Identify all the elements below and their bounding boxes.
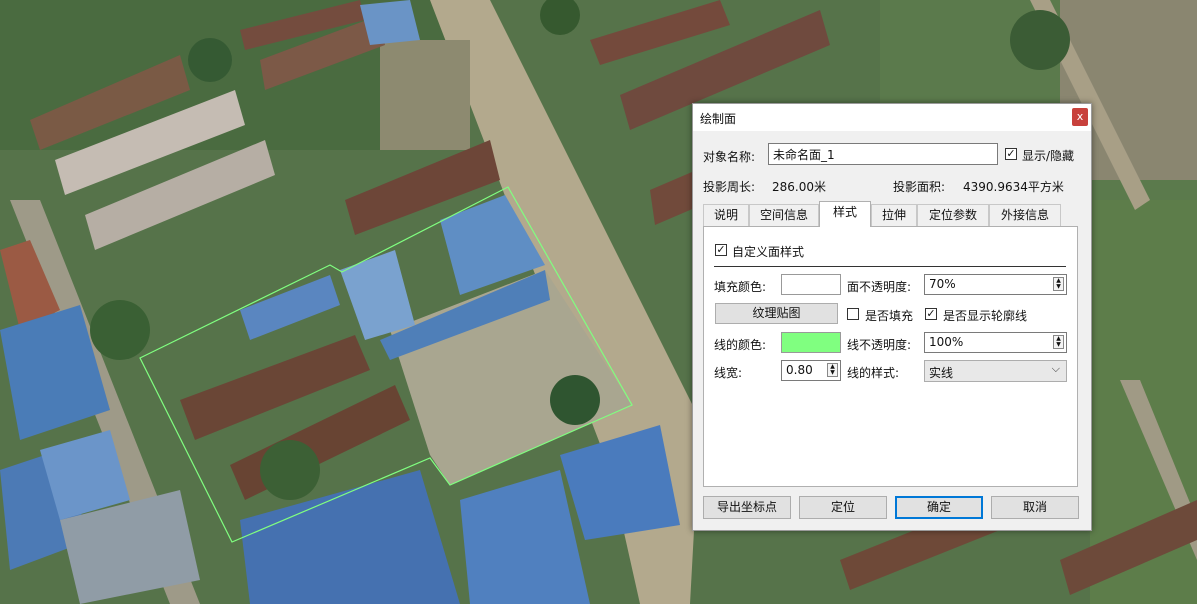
tab-style[interactable]: 样式 — [819, 201, 871, 227]
divider — [714, 266, 1066, 267]
fill-opacity-spinner[interactable]: 70% ▲ ▼ — [924, 274, 1067, 295]
fill-opacity-label: 面不透明度: — [847, 280, 912, 294]
draw-polygon-dialog: 绘制面 x 对象名称: 未命名面_1 ✓ 显示/隐藏 投影周长: 286.00米… — [692, 103, 1092, 531]
show-outline-label: 是否显示轮廓线 — [943, 309, 1028, 323]
tab-positioning-params[interactable]: 定位参数 — [917, 204, 989, 226]
fill-color-label: 填充颜色: — [714, 280, 767, 294]
tab-spatial-info[interactable]: 空间信息 — [749, 204, 819, 226]
line-width-value: 0.80 — [786, 363, 813, 377]
tab-external-info[interactable]: 外接信息 — [989, 204, 1061, 226]
check-mark-icon: ✓ — [716, 243, 726, 256]
line-opacity-value: 100% — [929, 335, 964, 349]
line-color-label: 线的颜色: — [714, 338, 767, 352]
area-value: 4390.9634平方米 — [963, 180, 1064, 194]
export-coordinates-button[interactable]: 导出坐标点 — [703, 496, 791, 519]
dialog-title: 绘制面 — [700, 112, 737, 126]
dialog-titlebar[interactable]: 绘制面 x — [693, 104, 1091, 131]
locate-button[interactable]: 定位 — [799, 496, 887, 519]
is-fill-checkbox[interactable] — [847, 308, 859, 320]
perimeter-value: 286.00米 — [772, 180, 826, 194]
ok-button[interactable]: 确定 — [895, 496, 983, 519]
fill-opacity-value: 70% — [929, 277, 956, 291]
line-style-select[interactable]: 实线 ⌵ — [924, 360, 1067, 382]
line-style-label: 线的样式: — [847, 366, 900, 380]
spinner-arrows-icon[interactable]: ▲ ▼ — [1053, 277, 1064, 291]
tab-description[interactable]: 说明 — [703, 204, 749, 226]
close-icon[interactable]: x — [1072, 108, 1088, 126]
line-width-label: 线宽: — [714, 366, 743, 380]
object-name-label: 对象名称: — [703, 150, 756, 164]
line-style-value: 实线 — [929, 366, 954, 380]
line-width-spinner[interactable]: 0.80 ▲ ▼ — [781, 360, 841, 381]
spinner-arrows-icon[interactable]: ▲ ▼ — [827, 363, 838, 377]
chevron-down-icon: ⌵ — [1051, 362, 1060, 375]
line-opacity-label: 线不透明度: — [847, 338, 912, 352]
is-fill-label: 是否填充 — [865, 309, 914, 323]
show-outline-checkbox[interactable]: ✓ — [925, 308, 937, 320]
line-color-swatch[interactable] — [781, 332, 841, 353]
fill-color-swatch[interactable] — [781, 274, 841, 295]
cancel-button[interactable]: 取消 — [991, 496, 1079, 519]
show-hide-checkbox[interactable]: ✓ — [1005, 148, 1017, 160]
custom-style-label: 自定义面样式 — [732, 245, 805, 259]
object-name-input[interactable]: 未命名面_1 — [768, 143, 998, 165]
perimeter-label: 投影周长: — [703, 180, 756, 194]
check-mark-icon: ✓ — [1006, 147, 1016, 160]
texture-map-button[interactable]: 纹理贴图 — [715, 303, 838, 324]
area-label: 投影面积: — [893, 180, 946, 194]
tab-extrude[interactable]: 拉伸 — [871, 204, 917, 226]
line-opacity-spinner[interactable]: 100% ▲ ▼ — [924, 332, 1067, 353]
show-hide-label: 显示/隐藏 — [1022, 149, 1075, 163]
check-mark-icon: ✓ — [926, 307, 936, 320]
spinner-arrows-icon[interactable]: ▲ ▼ — [1053, 335, 1064, 349]
custom-style-checkbox[interactable]: ✓ — [715, 244, 727, 256]
style-panel: ✓ 自定义面样式 填充颜色: 面不透明度: 70% ▲ ▼ 纹理贴图 是否填充 ✓… — [703, 226, 1078, 487]
